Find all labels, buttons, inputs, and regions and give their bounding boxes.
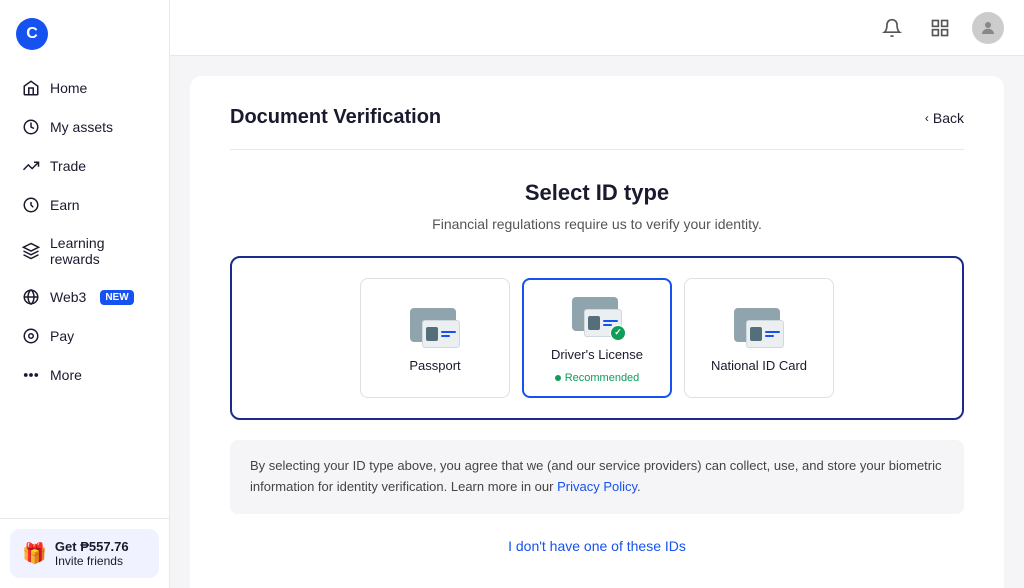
back-chevron-icon: ‹	[925, 111, 929, 125]
sidebar-item-my-assets-label: My assets	[50, 119, 113, 135]
passport-label: Passport	[409, 358, 460, 373]
disclaimer-box: By selecting your ID type above, you agr…	[230, 440, 964, 514]
trade-icon	[22, 157, 40, 175]
sidebar-item-earn-label: Earn	[50, 197, 80, 213]
recommended-badge: Recommended	[555, 372, 640, 384]
web3-new-badge: NEW	[100, 290, 133, 305]
sidebar: C Home My assets Trade Earn Learning rew…	[0, 0, 170, 588]
back-label: Back	[933, 110, 964, 126]
sidebar-item-pay[interactable]: Pay	[6, 317, 163, 355]
national-id-icon	[734, 308, 784, 348]
topbar	[170, 0, 1024, 56]
user-icon	[979, 19, 997, 37]
more-icon	[22, 366, 40, 384]
document-verification-card: Document Verification ‹ Back Select ID t…	[190, 76, 1004, 588]
logo-icon: C	[16, 18, 48, 50]
pay-icon	[22, 327, 40, 345]
app-logo: C	[0, 0, 169, 60]
recommended-label: Recommended	[565, 372, 640, 384]
national-id-option[interactable]: National ID Card	[684, 278, 834, 398]
recommended-dot	[555, 375, 561, 381]
drivers-license-option[interactable]: ✓ Driver's License Recommended	[522, 278, 672, 398]
privacy-policy-link[interactable]: Privacy Policy	[557, 479, 637, 494]
invite-card[interactable]: 🎁 Get ₱557.76 Invite friends	[10, 529, 159, 578]
national-id-label: National ID Card	[711, 358, 807, 373]
sidebar-nav: Home My assets Trade Earn Learning rewar…	[0, 60, 169, 518]
grid-icon	[930, 18, 950, 38]
back-button[interactable]: ‹ Back	[925, 110, 964, 126]
id-selection-box: Passport ✓	[230, 256, 964, 420]
select-id-title: Select ID type	[230, 180, 964, 206]
home-icon	[22, 79, 40, 97]
user-avatar[interactable]	[972, 12, 1004, 44]
passport-icon	[410, 308, 460, 348]
sidebar-item-more[interactable]: More	[6, 356, 163, 394]
sidebar-item-home-label: Home	[50, 80, 87, 96]
sidebar-item-trade[interactable]: Trade	[6, 147, 163, 185]
sidebar-item-earn[interactable]: Earn	[6, 186, 163, 224]
selected-checkmark: ✓	[610, 325, 626, 341]
sidebar-bottom: 🎁 Get ₱557.76 Invite friends	[0, 518, 169, 588]
invite-text: Get ₱557.76 Invite friends	[55, 539, 129, 568]
no-id-link[interactable]: I don't have one of these IDs	[230, 530, 964, 562]
drivers-license-label: Driver's License	[551, 347, 643, 362]
passport-option[interactable]: Passport	[360, 278, 510, 398]
page-content: Document Verification ‹ Back Select ID t…	[170, 56, 1024, 588]
sidebar-item-home[interactable]: Home	[6, 69, 163, 107]
earn-icon	[22, 196, 40, 214]
assets-icon	[22, 118, 40, 136]
sidebar-item-learning-rewards[interactable]: Learning rewards	[6, 225, 163, 277]
invite-amount: Get ₱557.76	[55, 539, 129, 554]
disclaimer-end: .	[637, 479, 641, 494]
drivers-license-icon: ✓	[572, 297, 622, 337]
card-header: Document Verification ‹ Back	[230, 106, 964, 150]
bell-icon	[882, 18, 902, 38]
web3-icon	[22, 288, 40, 306]
page-title: Document Verification	[230, 106, 441, 129]
sidebar-item-more-label: More	[50, 367, 82, 383]
learning-icon	[22, 242, 40, 260]
sidebar-item-pay-label: Pay	[50, 328, 74, 344]
sidebar-item-learning-rewards-label: Learning rewards	[50, 235, 147, 267]
sidebar-item-web3-label: Web3	[50, 289, 86, 305]
notifications-button[interactable]	[876, 12, 908, 44]
sidebar-item-trade-label: Trade	[50, 158, 86, 174]
invite-cta: Invite friends	[55, 554, 123, 568]
main-area: Document Verification ‹ Back Select ID t…	[170, 0, 1024, 588]
gift-icon: 🎁	[22, 541, 47, 566]
sidebar-item-web3[interactable]: Web3 NEW	[6, 278, 163, 316]
apps-button[interactable]	[924, 12, 956, 44]
sidebar-item-my-assets[interactable]: My assets	[6, 108, 163, 146]
select-id-subtitle: Financial regulations require us to veri…	[230, 216, 964, 232]
